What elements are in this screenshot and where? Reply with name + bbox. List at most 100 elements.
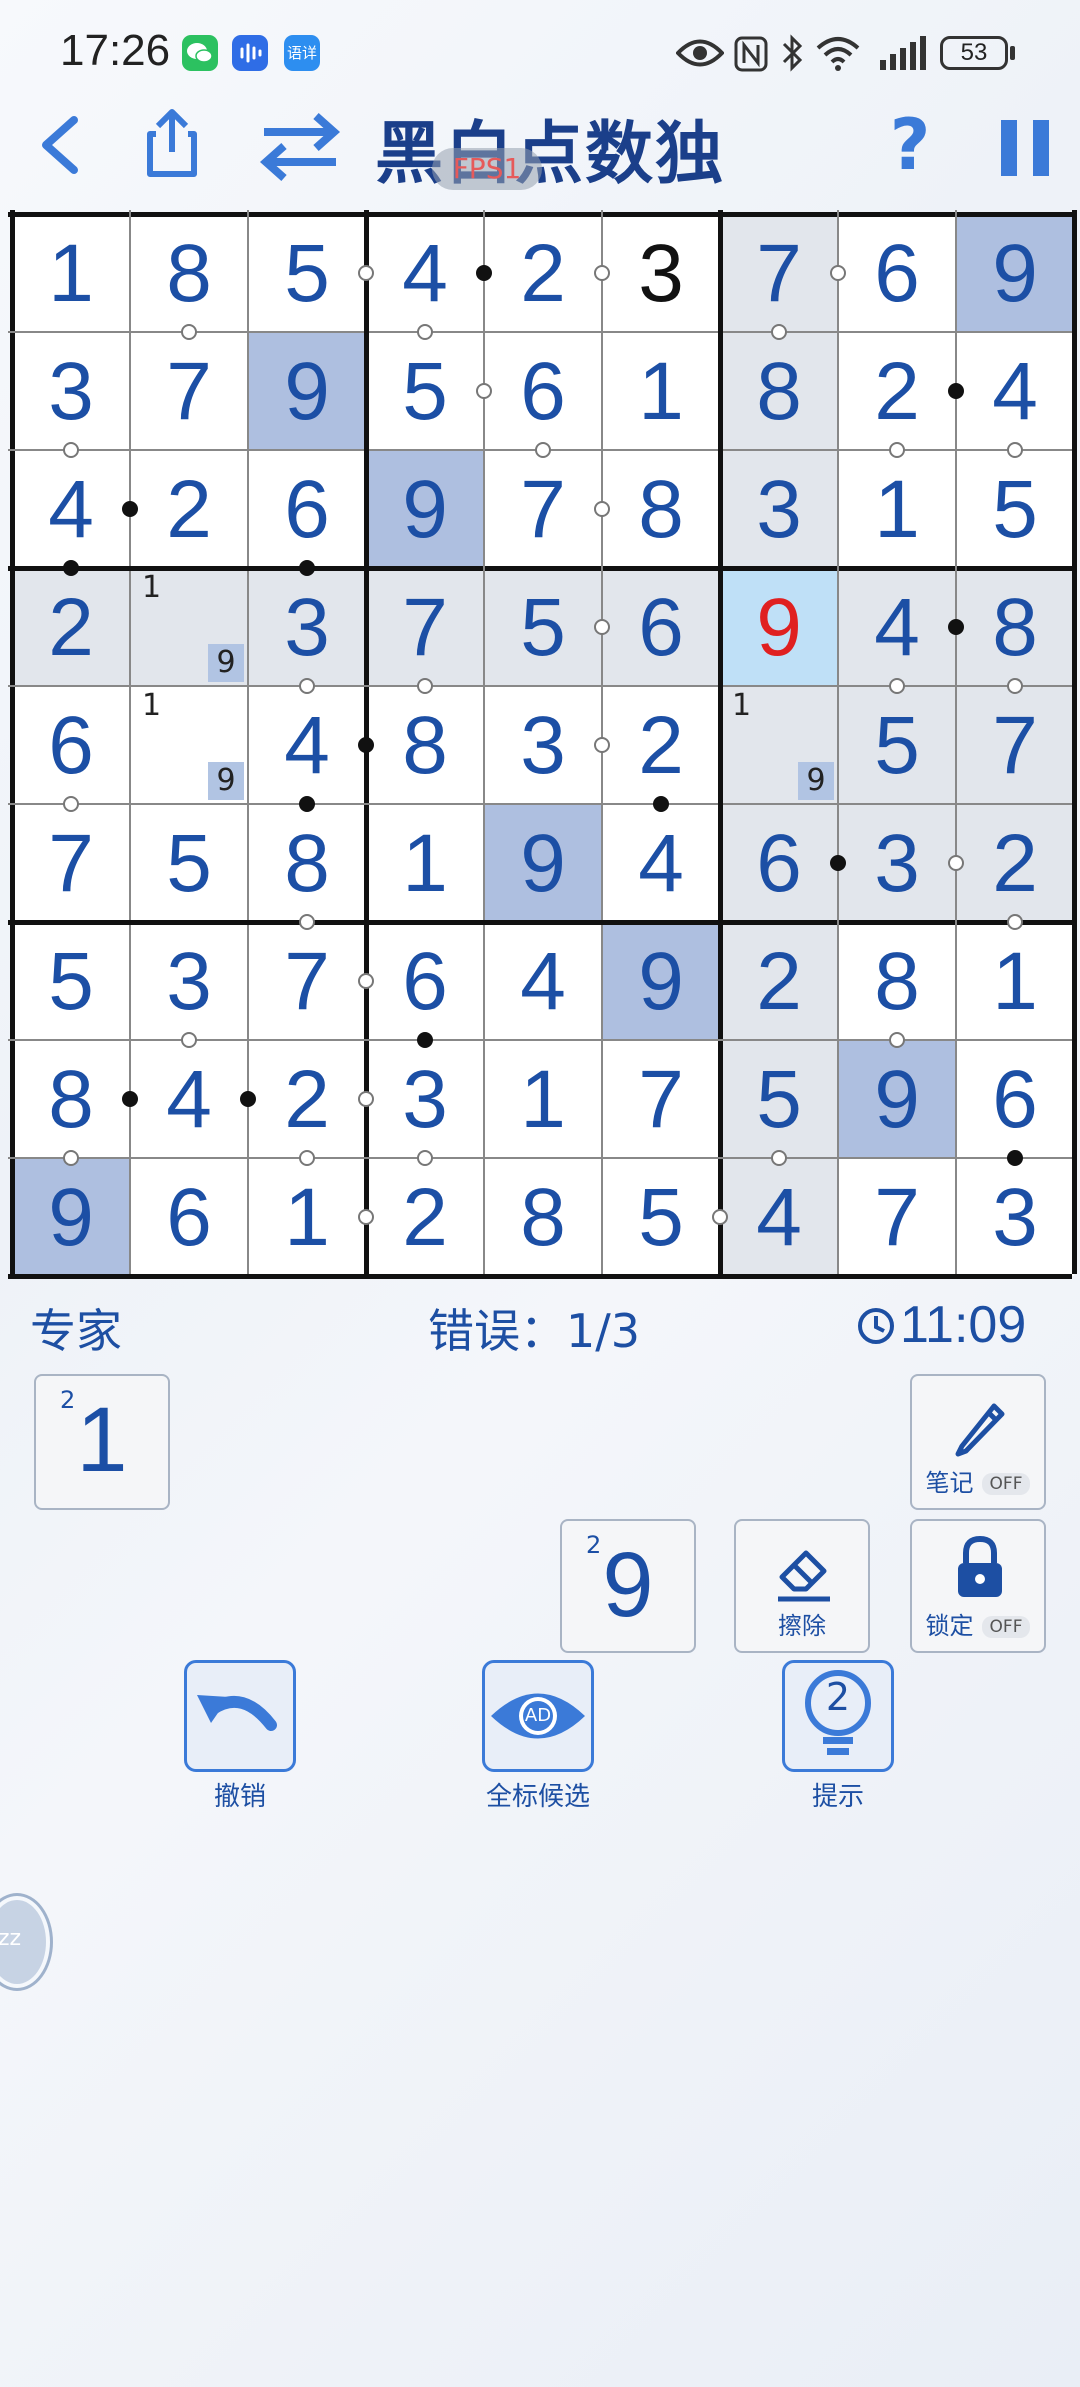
sudoku-cell[interactable]: 4	[366, 214, 484, 332]
sudoku-cell[interactable]: 3	[12, 332, 130, 450]
cell-value: 7	[638, 1054, 684, 1145]
sudoku-cell[interactable]: 3	[484, 686, 602, 804]
sudoku-cell[interactable]: 8	[838, 922, 956, 1040]
number-tile-9[interactable]: 2 9	[560, 1519, 696, 1653]
sudoku-cell[interactable]: 7	[720, 214, 838, 332]
sudoku-cell[interactable]: 8	[130, 214, 248, 332]
swap-button[interactable]	[258, 110, 342, 182]
sudoku-cell[interactable]: 6	[12, 686, 130, 804]
sudoku-cell[interactable]: 3	[602, 214, 720, 332]
sudoku-cell[interactable]: 1	[484, 1040, 602, 1158]
sudoku-cell[interactable]: 3	[130, 922, 248, 1040]
sudoku-cell[interactable]: 2	[956, 804, 1074, 922]
sudoku-cell[interactable]: 9	[602, 922, 720, 1040]
sudoku-cell[interactable]: 5	[130, 804, 248, 922]
back-button[interactable]	[30, 110, 90, 180]
sudoku-cell[interactable]: 3	[248, 568, 366, 686]
white-dot	[948, 855, 964, 871]
sudoku-cell[interactable]: 3	[956, 1158, 1074, 1276]
sudoku-cell[interactable]: 5	[12, 922, 130, 1040]
floating-bubble[interactable]: zz	[0, 1896, 50, 1988]
sudoku-cell[interactable]: 4	[130, 1040, 248, 1158]
sudoku-cell[interactable]: 1	[956, 922, 1074, 1040]
sudoku-cell[interactable]: 6	[602, 568, 720, 686]
sudoku-cell[interactable]: 8	[720, 332, 838, 450]
sudoku-cell[interactable]: 7	[248, 922, 366, 1040]
sudoku-cell[interactable]: 19	[720, 686, 838, 804]
sudoku-cell[interactable]: 7	[366, 568, 484, 686]
number-tile-1[interactable]: 2 1	[34, 1374, 170, 1510]
sudoku-cell[interactable]: 7	[838, 1158, 956, 1276]
sudoku-cell[interactable]: 8	[12, 1040, 130, 1158]
sudoku-cell[interactable]: 9	[838, 1040, 956, 1158]
hint-button[interactable]: 2	[782, 1660, 894, 1772]
sudoku-cell[interactable]: 5	[838, 686, 956, 804]
sudoku-cell[interactable]: 2	[12, 568, 130, 686]
sudoku-cell[interactable]: 5	[366, 332, 484, 450]
erase-button[interactable]: 擦除	[734, 1519, 870, 1653]
sudoku-cell[interactable]: 3	[720, 450, 838, 568]
sudoku-cell[interactable]: 5	[602, 1158, 720, 1276]
sudoku-cell[interactable]: 3	[366, 1040, 484, 1158]
sudoku-cell[interactable]: 6	[956, 1040, 1074, 1158]
sudoku-cell[interactable]: 7	[956, 686, 1074, 804]
sudoku-cell[interactable]: 4	[602, 804, 720, 922]
sudoku-cell[interactable]: 8	[484, 1158, 602, 1276]
share-button[interactable]	[142, 104, 202, 180]
sudoku-cell[interactable]: 7	[130, 332, 248, 450]
show-candidates-button[interactable]: AD	[482, 1660, 594, 1772]
sudoku-cell[interactable]: 2	[484, 214, 602, 332]
sudoku-cell[interactable]: 8	[602, 450, 720, 568]
sudoku-cell[interactable]: 1	[12, 214, 130, 332]
sudoku-cell[interactable]: 2	[838, 332, 956, 450]
sudoku-cell[interactable]: 9	[366, 450, 484, 568]
sudoku-cell[interactable]: 8	[956, 568, 1074, 686]
sudoku-cell[interactable]: 9	[720, 568, 838, 686]
sudoku-cell[interactable]: 9	[956, 214, 1074, 332]
sudoku-cell[interactable]: 9	[484, 804, 602, 922]
sudoku-cell[interactable]: 6	[366, 922, 484, 1040]
sudoku-cell[interactable]: 9	[12, 1158, 130, 1276]
sudoku-cell[interactable]: 6	[130, 1158, 248, 1276]
sudoku-cell[interactable]: 2	[248, 1040, 366, 1158]
sudoku-cell[interactable]: 19	[130, 568, 248, 686]
notes-button[interactable]: 笔记 OFF	[910, 1374, 1046, 1510]
sudoku-cell[interactable]: 19	[130, 686, 248, 804]
sudoku-cell[interactable]: 4	[720, 1158, 838, 1276]
sudoku-cell[interactable]: 2	[130, 450, 248, 568]
sudoku-cell[interactable]: 9	[248, 332, 366, 450]
sudoku-cell[interactable]: 4	[12, 450, 130, 568]
pause-button[interactable]	[995, 116, 1055, 180]
sudoku-cell[interactable]: 1	[366, 804, 484, 922]
cell-value: 1	[520, 1054, 566, 1145]
help-button[interactable]: ?	[880, 100, 940, 190]
sudoku-cell[interactable]: 7	[484, 450, 602, 568]
undo-button[interactable]	[184, 1660, 296, 1772]
sudoku-cell[interactable]: 1	[248, 1158, 366, 1276]
sudoku-cell[interactable]: 8	[366, 686, 484, 804]
sudoku-cell[interactable]: 5	[720, 1040, 838, 1158]
sudoku-cell[interactable]: 6	[248, 450, 366, 568]
sudoku-grid[interactable]: 1854237693795618244269783152193756948619…	[8, 210, 1077, 1279]
sudoku-cell[interactable]: 4	[248, 686, 366, 804]
status-time: 17:26	[60, 26, 171, 75]
sudoku-cell[interactable]: 6	[484, 332, 602, 450]
sudoku-cell[interactable]: 6	[838, 214, 956, 332]
lock-button[interactable]: 锁定 OFF	[910, 1519, 1046, 1653]
sudoku-cell[interactable]: 3	[838, 804, 956, 922]
sudoku-cell[interactable]: 1	[602, 332, 720, 450]
sudoku-cell[interactable]: 2	[366, 1158, 484, 1276]
sudoku-cell[interactable]: 5	[484, 568, 602, 686]
sudoku-cell[interactable]: 6	[720, 804, 838, 922]
sudoku-cell[interactable]: 1	[838, 450, 956, 568]
sudoku-cell[interactable]: 5	[248, 214, 366, 332]
sudoku-cell[interactable]: 4	[484, 922, 602, 1040]
sudoku-cell[interactable]: 4	[838, 568, 956, 686]
sudoku-cell[interactable]: 2	[602, 686, 720, 804]
sudoku-cell[interactable]: 8	[248, 804, 366, 922]
sudoku-cell[interactable]: 2	[720, 922, 838, 1040]
sudoku-cell[interactable]: 7	[602, 1040, 720, 1158]
sudoku-cell[interactable]: 4	[956, 332, 1074, 450]
sudoku-cell[interactable]: 7	[12, 804, 130, 922]
sudoku-cell[interactable]: 5	[956, 450, 1074, 568]
